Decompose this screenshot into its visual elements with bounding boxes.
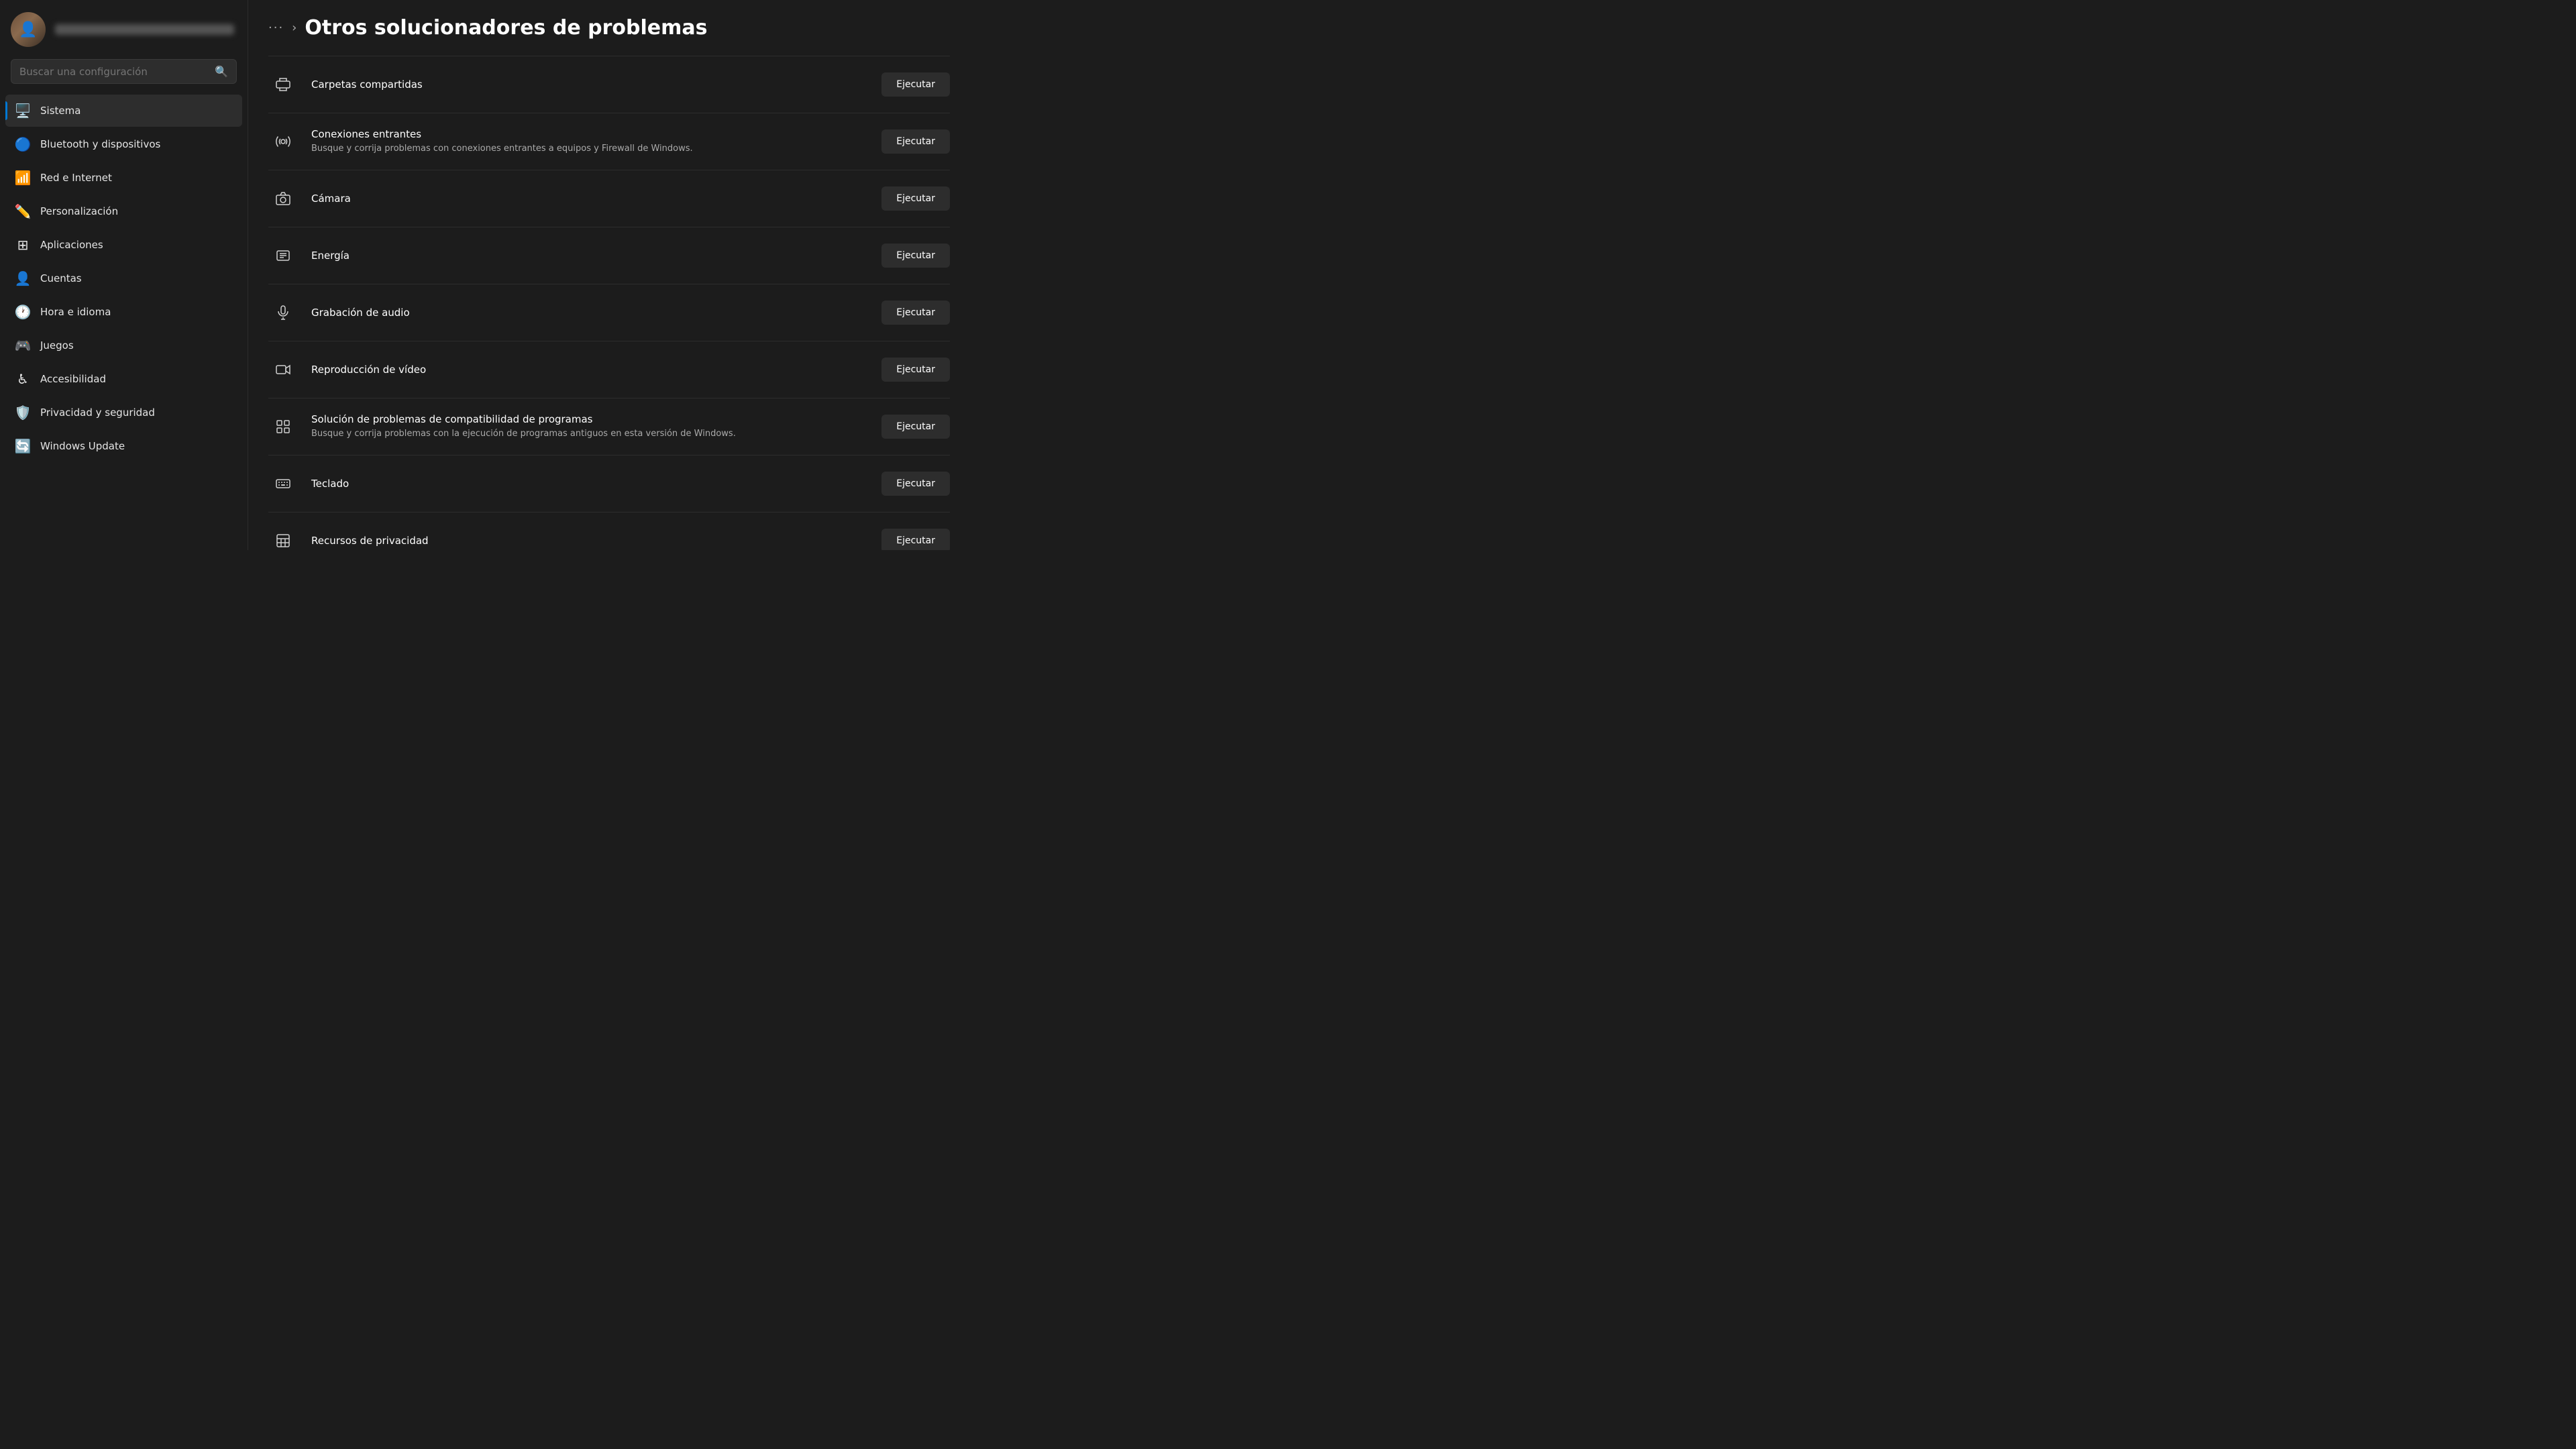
bluetooth-icon: 🔵	[15, 136, 31, 152]
sidebar-item-personalizacion[interactable]: ✏️ Personalización	[5, 195, 242, 227]
sidebar-item-sistema[interactable]: 🖥️ Sistema	[5, 95, 242, 127]
camera-icon	[268, 184, 298, 213]
sidebar-item-cuentas[interactable]: 👤 Cuentas	[5, 262, 242, 294]
item-description-compatibilidad: Busque y corrija problemas con la ejecuc…	[311, 428, 868, 440]
sidebar-item-label-hora: Hora e idioma	[40, 306, 111, 318]
cuentas-icon: 👤	[15, 270, 31, 286]
sistema-icon: 🖥️	[15, 103, 31, 119]
sidebar-item-label-personalizacion: Personalización	[40, 205, 118, 217]
sidebar-item-label-windows-update: Windows Update	[40, 440, 125, 452]
ejecutar-button-compatibilidad[interactable]: Ejecutar	[881, 415, 950, 439]
sidebar-item-label-red: Red e Internet	[40, 172, 112, 184]
item-title-privacidad-recursos: Recursos de privacidad	[311, 535, 868, 547]
personalizacion-icon: ✏️	[15, 203, 31, 219]
ejecutar-button-camara[interactable]: Ejecutar	[881, 186, 950, 211]
sidebar-item-aplicaciones[interactable]: ⊞ Aplicaciones	[5, 229, 242, 261]
ejecutar-button-conexiones[interactable]: Ejecutar	[881, 129, 950, 154]
ejecutar-button-teclado[interactable]: Ejecutar	[881, 472, 950, 496]
ejecutar-button-video[interactable]: Ejecutar	[881, 358, 950, 382]
item-description-conexiones: Busque y corrija problemas con conexione…	[311, 143, 868, 155]
sidebar-item-privacidad[interactable]: 🛡️ Privacidad y seguridad	[5, 396, 242, 429]
sidebar-item-label-juegos: Juegos	[40, 339, 74, 352]
troubleshooter-item-camara: Cámara Ejecutar	[268, 170, 950, 227]
hora-icon: 🕐	[15, 304, 31, 320]
item-title-conexiones: Conexiones entrantes	[311, 128, 868, 140]
search-box[interactable]: 🔍	[11, 59, 237, 84]
item-title-energia: Energía	[311, 250, 868, 262]
sidebar-item-hora[interactable]: 🕐 Hora e idioma	[5, 296, 242, 328]
sidebar-item-windows-update[interactable]: 🔄 Windows Update	[5, 430, 242, 462]
power-icon	[268, 241, 298, 270]
juegos-icon: 🎮	[15, 337, 31, 354]
avatar: 👤	[11, 12, 46, 47]
keyboard-icon	[268, 469, 298, 498]
breadcrumb-chevron: ›	[292, 21, 297, 35]
troubleshooter-item-carpetas: Carpetas compartidas Ejecutar	[268, 56, 950, 113]
item-text-compatibilidad: Solución de problemas de compatibilidad …	[311, 413, 868, 440]
troubleshooter-item-teclado: Teclado Ejecutar	[268, 455, 950, 512]
troubleshooter-item-video: Reproducción de vídeo Ejecutar	[268, 341, 950, 398]
printer-icon	[268, 70, 298, 99]
item-text-energia: Energía	[311, 250, 868, 262]
ejecutar-button-grabacion[interactable]: Ejecutar	[881, 301, 950, 325]
video-icon	[268, 355, 298, 384]
main-content: ··· › Otros solucionadores de problemas …	[248, 0, 977, 550]
sidebar-item-bluetooth[interactable]: 🔵 Bluetooth y dispositivos	[5, 128, 242, 160]
sidebar-item-label-privacidad: Privacidad y seguridad	[40, 407, 155, 419]
aplicaciones-icon: ⊞	[15, 237, 31, 253]
item-title-compatibilidad: Solución de problemas de compatibilidad …	[311, 413, 868, 425]
accesibilidad-icon: ♿	[15, 371, 31, 387]
sidebar-item-label-aplicaciones: Aplicaciones	[40, 239, 103, 251]
item-text-privacidad-recursos: Recursos de privacidad	[311, 535, 868, 547]
search-icon: 🔍	[215, 65, 228, 78]
item-title-carpetas: Carpetas compartidas	[311, 78, 868, 91]
troubleshooter-item-conexiones: Conexiones entrantes Busque y corrija pro…	[268, 113, 950, 170]
item-text-video: Reproducción de vídeo	[311, 364, 868, 376]
sidebar-top: 👤	[0, 0, 248, 59]
ejecutar-button-privacidad-recursos[interactable]: Ejecutar	[881, 529, 950, 550]
red-icon: 📶	[15, 170, 31, 186]
item-text-grabacion: Grabación de audio	[311, 307, 868, 319]
page-header: ··· › Otros solucionadores de problemas	[248, 0, 977, 56]
search-input[interactable]	[19, 66, 208, 78]
item-title-video: Reproducción de vídeo	[311, 364, 868, 376]
troubleshooter-item-compatibilidad: Solución de problemas de compatibilidad …	[268, 398, 950, 455]
troubleshooter-list: Carpetas compartidas Ejecutar Conexiones e…	[248, 56, 977, 550]
sidebar-item-juegos[interactable]: 🎮 Juegos	[5, 329, 242, 362]
item-text-carpetas: Carpetas compartidas	[311, 78, 868, 91]
sidebar-item-label-sistema: Sistema	[40, 105, 80, 117]
item-text-camara: Cámara	[311, 193, 868, 205]
item-title-teclado: Teclado	[311, 478, 868, 490]
privacidad-icon: 🛡️	[15, 405, 31, 421]
sidebar-item-accesibilidad[interactable]: ♿ Accesibilidad	[5, 363, 242, 395]
troubleshooter-item-privacidad-recursos: Recursos de privacidad Ejecutar	[268, 512, 950, 550]
item-title-grabacion: Grabación de audio	[311, 307, 868, 319]
ejecutar-button-energia[interactable]: Ejecutar	[881, 244, 950, 268]
user-name-blurred	[55, 24, 234, 35]
sidebar-item-label-accesibilidad: Accesibilidad	[40, 373, 106, 385]
compat-icon	[268, 412, 298, 441]
nav-list: 🖥️ Sistema 🔵 Bluetooth y dispositivos 📶 Red e…	[0, 95, 248, 462]
windows-update-icon: 🔄	[15, 438, 31, 454]
sidebar-item-label-bluetooth: Bluetooth y dispositivos	[40, 138, 160, 150]
sidebar-item-label-cuentas: Cuentas	[40, 272, 82, 284]
page-title: Otros solucionadores de problemas	[305, 16, 707, 40]
ejecutar-button-carpetas[interactable]: Ejecutar	[881, 72, 950, 97]
microphone-icon	[268, 298, 298, 327]
troubleshooter-item-grabacion: Grabación de audio Ejecutar	[268, 284, 950, 341]
troubleshooter-item-energia: Energía Ejecutar	[268, 227, 950, 284]
sidebar-item-red[interactable]: 📶 Red e Internet	[5, 162, 242, 194]
sidebar: 👤 🔍 🖥️ Sistema 🔵 Bluetooth y dispositivos 📶 R…	[0, 0, 248, 550]
item-title-camara: Cámara	[311, 193, 868, 205]
privacy-icon	[268, 526, 298, 550]
item-text-conexiones: Conexiones entrantes Busque y corrija pro…	[311, 128, 868, 155]
item-text-teclado: Teclado	[311, 478, 868, 490]
wifi-incoming-icon	[268, 127, 298, 156]
breadcrumb-dots: ···	[268, 21, 284, 35]
